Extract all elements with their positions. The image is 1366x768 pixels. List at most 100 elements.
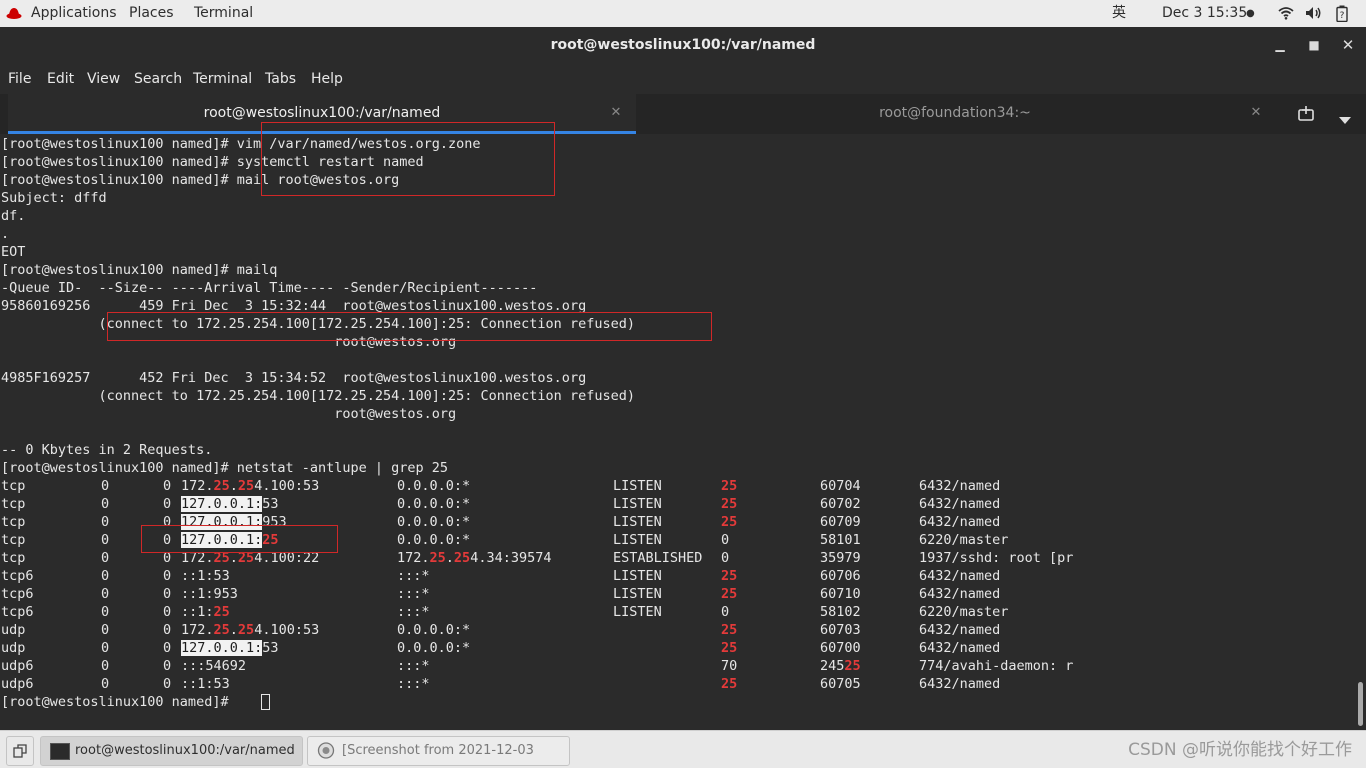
netstat-foreign: :::*	[397, 604, 430, 620]
top-panel: Applications Places Terminal 英 Dec 3 15:…	[0, 0, 1366, 27]
netstat-recvq: 0	[101, 568, 110, 584]
netstat-recvq: 0	[101, 496, 110, 512]
netstat-recvq: 0	[101, 532, 110, 548]
netstat-user: 0	[721, 532, 730, 548]
wifi-icon[interactable]	[1278, 6, 1294, 24]
terminal-prompt[interactable]: [root@westoslinux100 named]#	[1, 693, 237, 711]
terminal-app-menu[interactable]: Terminal	[194, 0, 253, 27]
terminal-line: [root@westoslinux100 named]# netstat -an…	[1, 460, 449, 476]
minimize-button[interactable]: ▁	[1270, 35, 1290, 55]
netstat-sendq: 0	[163, 658, 172, 674]
menu-edit[interactable]: Edit	[47, 64, 74, 94]
netstat-recvq: 0	[101, 622, 110, 638]
netstat-inode: 35979	[820, 550, 861, 566]
netstat-sendq: 0	[163, 640, 172, 656]
terminal-output[interactable]: [root@westoslinux100 named]# vim /var/na…	[0, 122, 1356, 730]
netstat-foreign: :::*	[397, 568, 430, 584]
terminal-scrollbar[interactable]	[1356, 134, 1366, 730]
taskbar-item-screenshot[interactable]: [Screenshot from 2021-12-03 10-...	[307, 736, 570, 766]
netstat-sendq: 0	[163, 586, 172, 602]
netstat-proto: udp	[1, 640, 26, 656]
netstat-user: 25	[721, 586, 738, 602]
menu-tabs[interactable]: Tabs	[265, 64, 296, 94]
netstat-local: ::1:25	[181, 604, 230, 620]
netstat-state: ESTABLISHED	[613, 550, 703, 566]
tab-label: root@foundation34:~	[879, 105, 1031, 121]
menu-terminal[interactable]: Terminal	[193, 64, 252, 94]
battery-icon[interactable]: ?	[1336, 5, 1348, 26]
netstat-proto: udp6	[1, 658, 34, 674]
netstat-foreign: 0.0.0.0:*	[397, 478, 471, 494]
netstat-recvq: 0	[101, 658, 110, 674]
menu-bar: File Edit View Search Terminal Tabs Help	[0, 64, 1366, 94]
menu-help[interactable]: Help	[311, 64, 343, 94]
tab-label: root@westoslinux100:/var/named	[203, 105, 441, 121]
netstat-recvq: 0	[101, 604, 110, 620]
netstat-state: LISTEN	[613, 568, 662, 584]
netstat-user: 25	[721, 496, 738, 512]
scrollbar-thumb[interactable]	[1358, 682, 1363, 726]
netstat-user: 0	[721, 550, 730, 566]
tabs-dropdown-icon[interactable]	[1339, 110, 1351, 129]
netstat-foreign: :::*	[397, 586, 430, 602]
netstat-inode: 60704	[820, 478, 861, 494]
menu-file[interactable]: File	[8, 64, 31, 94]
netstat-inode: 60700	[820, 640, 861, 656]
netstat-local: 127.0.0.1:53	[181, 640, 279, 656]
netstat-recvq: 0	[101, 514, 110, 530]
netstat-foreign: :::*	[397, 658, 430, 674]
terminal-line: (connect to 172.25.254.100[172.25.254.10…	[1, 388, 635, 404]
status-dot-icon: ●	[1246, 8, 1255, 19]
volume-icon[interactable]	[1305, 6, 1323, 24]
input-method-indicator[interactable]: 英	[1112, 0, 1126, 27]
netstat-local: ::1:53	[181, 676, 230, 692]
tab-close-icon[interactable]: ✕	[608, 94, 624, 132]
netstat-local: :::54692	[181, 658, 247, 674]
netstat-proto: tcp	[1, 478, 26, 494]
netstat-inode: 60710	[820, 586, 861, 602]
netstat-user: 25	[721, 568, 738, 584]
netstat-user: 25	[721, 676, 738, 692]
netstat-inode: 60703	[820, 622, 861, 638]
terminal-line: -Queue ID- --Size-- ----Arrival Time----…	[1, 280, 538, 296]
tab-bar: root@westoslinux100:/var/named ✕ root@fo…	[0, 94, 1366, 134]
terminal-line: .	[1, 226, 10, 242]
text-cursor	[261, 694, 270, 710]
window-titlebar[interactable]: root@westoslinux100:/var/named ▁ ■ ✕	[0, 27, 1366, 64]
places-menu[interactable]: Places	[129, 0, 174, 27]
netstat-user: 25	[721, 514, 738, 530]
terminal-icon	[50, 743, 70, 760]
new-tab-icon[interactable]	[1297, 106, 1315, 126]
netstat-prog: 6432/named	[919, 568, 1001, 584]
netstat-prog: 6432/named	[919, 496, 1001, 512]
tab-close-icon[interactable]: ✕	[1248, 94, 1264, 132]
tab-foundation34[interactable]: root@foundation34:~ ✕	[638, 94, 1272, 134]
netstat-state: LISTEN	[613, 586, 662, 602]
close-button[interactable]: ✕	[1338, 35, 1358, 55]
netstat-recvq: 0	[101, 550, 110, 566]
netstat-prog: 6220/master	[919, 604, 1009, 620]
netstat-local: 172.25.254.100:53	[181, 478, 320, 494]
window-title: root@westoslinux100:/var/named	[550, 37, 816, 53]
menu-view[interactable]: View	[87, 64, 120, 94]
netstat-state: LISTEN	[613, 478, 662, 494]
show-desktop-button[interactable]	[6, 736, 34, 766]
taskbar-item-terminal[interactable]: root@westoslinux100:/var/named	[40, 736, 303, 766]
terminal-line: root@westos.org	[1, 406, 457, 422]
taskbar-item-label: root@westoslinux100:/var/named	[75, 743, 295, 758]
netstat-prog: 774/avahi-daemon: r	[919, 658, 1074, 674]
netstat-sendq: 0	[163, 676, 172, 692]
netstat-state: LISTEN	[613, 604, 662, 620]
netstat-foreign: 0.0.0.0:*	[397, 532, 471, 548]
terminal-line: df.	[1, 208, 26, 224]
netstat-inode: 60706	[820, 568, 861, 584]
netstat-proto: tcp6	[1, 586, 34, 602]
applications-menu[interactable]: Applications	[31, 0, 117, 27]
menu-search[interactable]: Search	[134, 64, 182, 94]
maximize-button[interactable]: ■	[1304, 35, 1324, 55]
selected-text: 127.0.0.1:	[181, 640, 263, 656]
netstat-recvq: 0	[101, 586, 110, 602]
netstat-state: LISTEN	[613, 532, 662, 548]
clock[interactable]: Dec 3 15:35	[1162, 0, 1247, 27]
netstat-proto: tcp	[1, 550, 26, 566]
